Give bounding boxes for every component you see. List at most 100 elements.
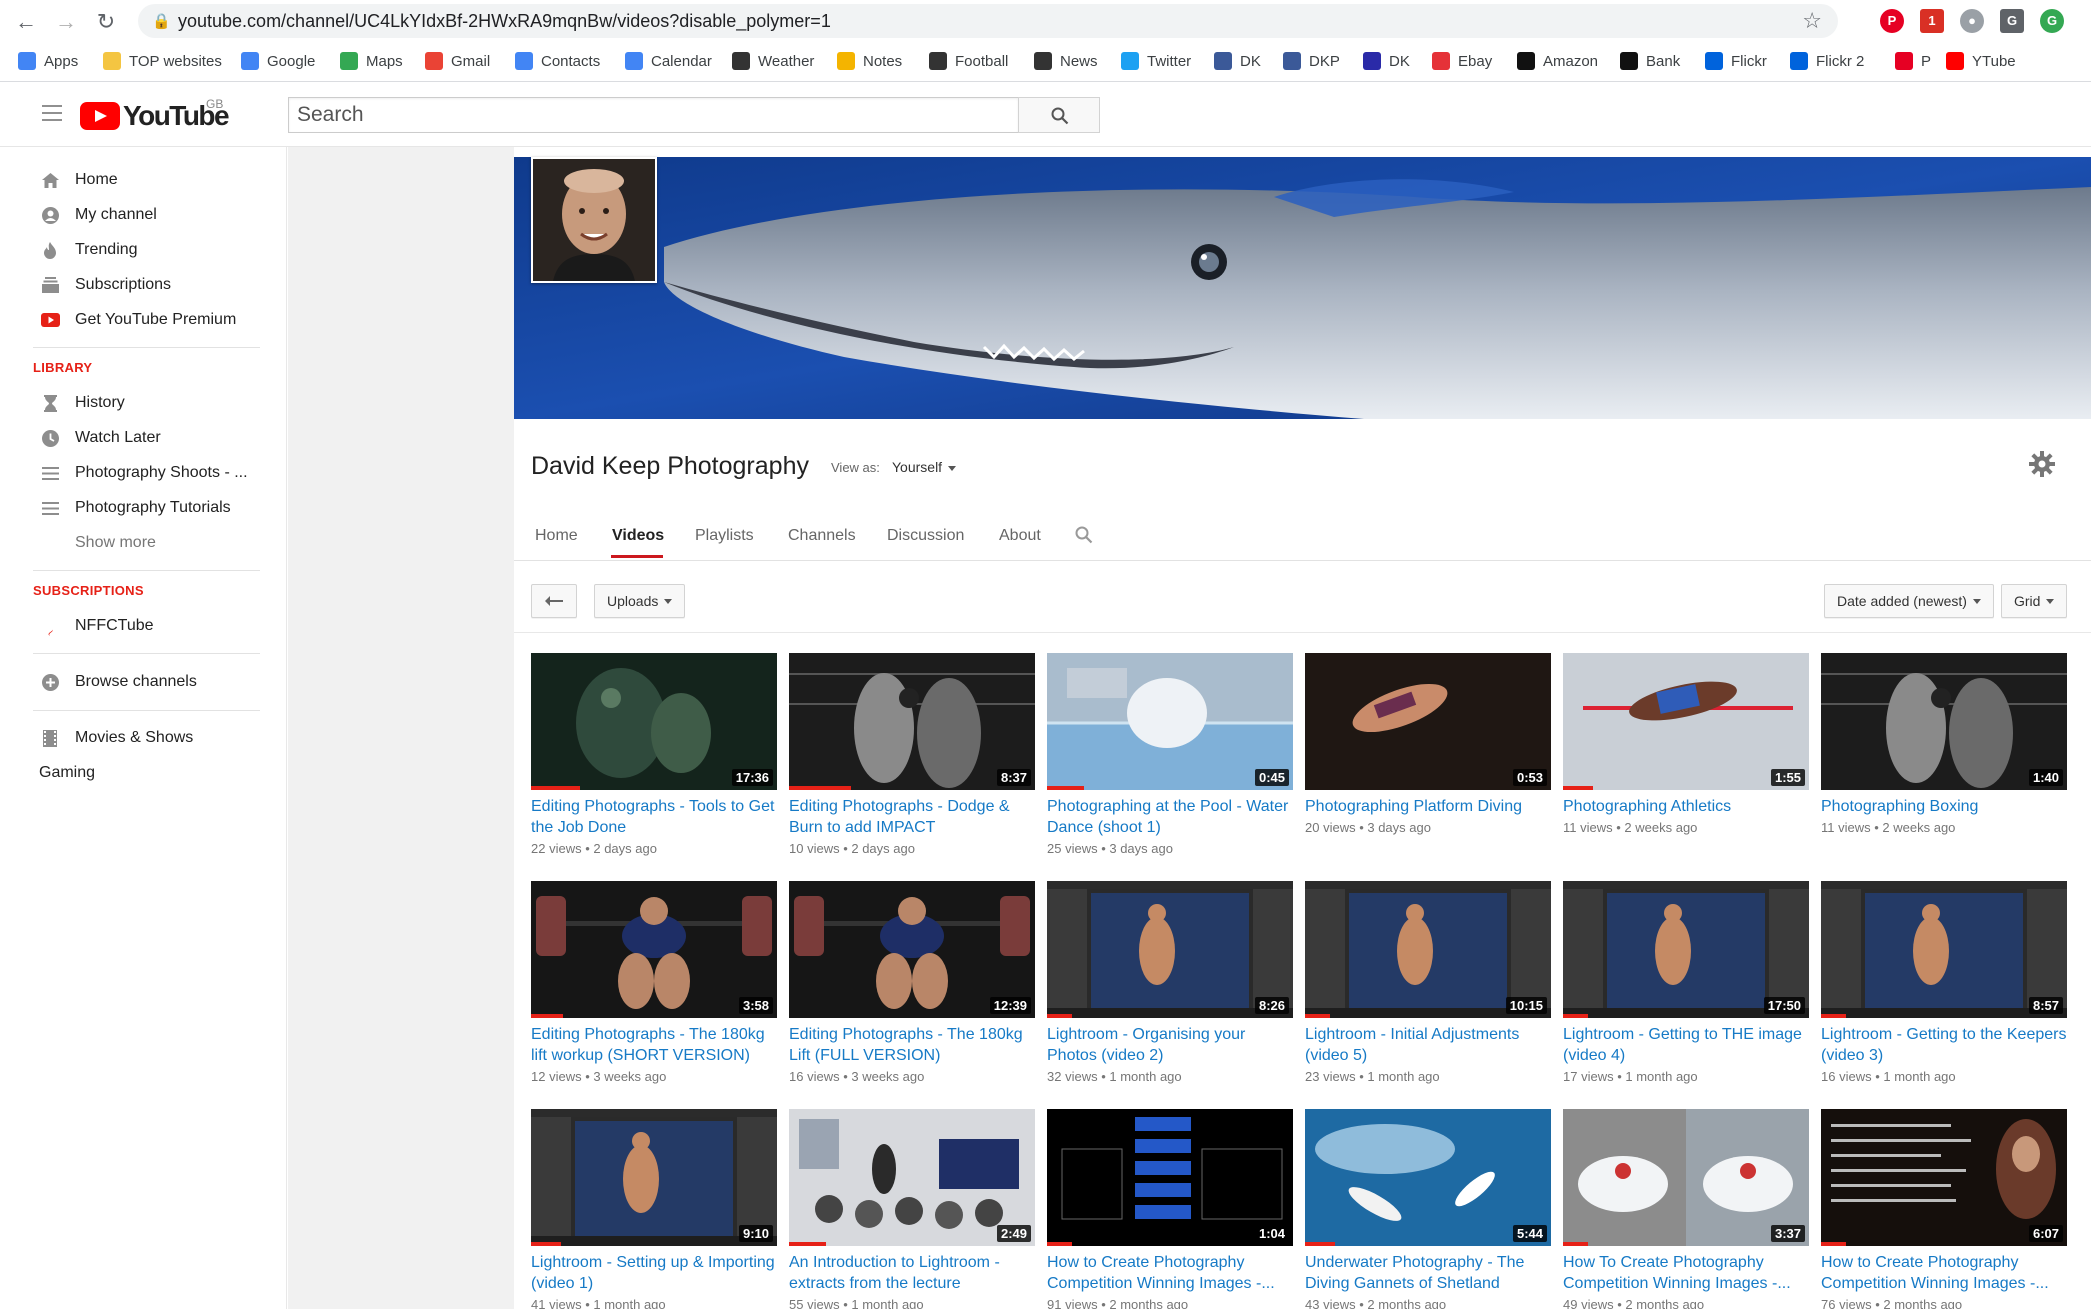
bookmark-item[interactable]: Ebay xyxy=(1432,52,1492,70)
bookmark-item[interactable]: Contacts xyxy=(515,52,600,70)
video-card[interactable]: 0:45 Photographing at the Pool - Water Da… xyxy=(1047,653,1293,856)
bookmark-item[interactable]: Twitter xyxy=(1121,52,1191,70)
channel-avatar[interactable] xyxy=(531,157,657,283)
video-title[interactable]: Lightroom - Getting to the Keepers (vide… xyxy=(1821,1024,2067,1066)
guide-item-playlist-shoots[interactable]: Photography Shoots - ... xyxy=(40,460,248,486)
video-thumbnail[interactable]: 10:15 xyxy=(1305,881,1551,1018)
search-input[interactable] xyxy=(289,98,1018,132)
video-thumbnail[interactable]: 6:07 xyxy=(1821,1109,2067,1246)
video-title[interactable]: Editing Photographs - Tools to Get the J… xyxy=(531,796,777,838)
channel-search-icon[interactable] xyxy=(1075,526,1093,549)
guide-item-watch-later[interactable]: Watch Later xyxy=(40,425,161,451)
video-title[interactable]: Editing Photographs - The 180kg Lift (FU… xyxy=(789,1024,1035,1066)
bookmark-item[interactable]: Google xyxy=(241,52,315,70)
video-title[interactable]: Underwater Photography - The Diving Gann… xyxy=(1305,1252,1551,1294)
bookmark-item[interactable]: Amazon xyxy=(1517,52,1598,70)
tab-channels[interactable]: Channels xyxy=(788,527,856,545)
guide-item-trending[interactable]: Trending xyxy=(40,237,138,263)
video-thumbnail[interactable]: 8:57 xyxy=(1821,881,2067,1018)
search-field[interactable] xyxy=(288,97,1018,133)
guide-item-nffctube[interactable]: NFFCTube xyxy=(40,613,154,639)
tab-playlists[interactable]: Playlists xyxy=(695,527,754,545)
video-title[interactable]: How To Create Photography Competition Wi… xyxy=(1563,1252,1809,1294)
bookmark-item[interactable]: Maps xyxy=(340,52,403,70)
video-title[interactable]: Editing Photographs - Dodge & Burn to ad… xyxy=(789,796,1035,838)
guide-item-my-channel[interactable]: My channel xyxy=(40,202,157,228)
video-thumbnail[interactable]: 9:10 xyxy=(531,1109,777,1246)
tab-videos[interactable]: Videos xyxy=(612,527,664,545)
guide-item-gaming[interactable]: Gaming xyxy=(39,760,95,786)
video-thumbnail[interactable]: 0:45 xyxy=(1047,653,1293,790)
view-as-dropdown[interactable]: Yourself xyxy=(892,459,957,475)
channel-title[interactable]: David Keep Photography xyxy=(531,452,809,481)
video-thumbnail[interactable]: 5:44 xyxy=(1305,1109,1551,1246)
back-arrow-icon[interactable]: ← xyxy=(12,8,40,36)
video-card[interactable]: 5:44 Underwater Photography - The Diving … xyxy=(1305,1109,1551,1309)
tab-home[interactable]: Home xyxy=(535,527,578,545)
video-card[interactable]: 17:36 Editing Photographs - Tools to Get … xyxy=(531,653,777,856)
video-card[interactable]: 3:37 How To Create Photography Competitio… xyxy=(1563,1109,1809,1309)
guide-item-playlist-tutorials[interactable]: Photography Tutorials xyxy=(40,495,231,521)
pinterest-extension-icon[interactable]: P xyxy=(1880,9,1904,33)
video-card[interactable]: 1:40 Photographing Boxing 11 views • 2 wee… xyxy=(1821,653,2067,835)
layout-dropdown[interactable]: Grid xyxy=(2001,584,2068,618)
guide-item-subscriptions[interactable]: Subscriptions xyxy=(40,272,171,298)
video-card[interactable]: 8:37 Editing Photographs - Dodge & Burn t… xyxy=(789,653,1035,856)
video-thumbnail[interactable]: 1:55 xyxy=(1563,653,1809,790)
bookmark-item[interactable]: Flickr xyxy=(1705,52,1767,70)
forward-arrow-icon[interactable]: → xyxy=(52,8,80,36)
video-card[interactable]: 8:57 Lightroom - Getting to the Keepers (… xyxy=(1821,881,2067,1084)
guide-item-browse-channels[interactable]: Browse channels xyxy=(40,669,197,695)
video-title[interactable]: An Introduction to Lightroom - extracts … xyxy=(789,1252,1035,1294)
video-card[interactable]: 8:26 Lightroom - Organising your Photos (… xyxy=(1047,881,1293,1084)
bookmark-item[interactable]: TOP websites xyxy=(103,52,222,70)
video-title[interactable]: How to Create Photography Competition Wi… xyxy=(1047,1252,1293,1294)
bookmark-item[interactable]: Calendar xyxy=(625,52,712,70)
video-title[interactable]: Lightroom - Initial Adjustments (video 5… xyxy=(1305,1024,1551,1066)
bookmark-item[interactable]: Weather xyxy=(732,52,814,70)
guide-item-history[interactable]: History xyxy=(40,390,125,416)
back-button[interactable] xyxy=(531,584,577,618)
video-thumbnail[interactable]: 17:36 xyxy=(531,653,777,790)
video-thumbnail[interactable]: 1:04 xyxy=(1047,1109,1293,1246)
video-card[interactable]: 2:49 An Introduction to Lightroom - extra… xyxy=(789,1109,1035,1309)
show-more-link[interactable]: Show more xyxy=(75,530,156,556)
google-extension-icon[interactable]: G xyxy=(2000,9,2024,33)
bookmark-item[interactable]: Notes xyxy=(837,52,902,70)
guide-menu-icon[interactable] xyxy=(42,105,62,121)
video-thumbnail[interactable]: 8:37 xyxy=(789,653,1035,790)
video-card[interactable]: 1:04 How to Create Photography Competitio… xyxy=(1047,1109,1293,1309)
video-card[interactable]: 9:10 Lightroom - Setting up & Importing (… xyxy=(531,1109,777,1309)
video-title[interactable]: How to Create Photography Competition Wi… xyxy=(1821,1252,2067,1294)
video-title[interactable]: Lightroom - Setting up & Importing (vide… xyxy=(531,1252,777,1294)
video-title[interactable]: Photographing Athletics xyxy=(1563,796,1809,817)
subscriptions-heading[interactable]: SUBSCRIPTIONS xyxy=(33,583,144,598)
video-title[interactable]: Photographing at the Pool - Water Dance … xyxy=(1047,796,1293,838)
gear-icon[interactable] xyxy=(2029,451,2055,482)
url-text[interactable]: youtube.com/channel/UC4LkYIdxBf-2HWxRA9m… xyxy=(178,11,831,32)
tab-about[interactable]: About xyxy=(999,527,1041,545)
uploads-dropdown[interactable]: Uploads xyxy=(594,584,686,618)
video-title[interactable]: Photographing Boxing xyxy=(1821,796,2067,817)
video-thumbnail[interactable]: 3:37 xyxy=(1563,1109,1809,1246)
video-card[interactable]: 0:53 Photographing Platform Diving 20 view… xyxy=(1305,653,1551,835)
video-card[interactable]: 6:07 How to Create Photography Competitio… xyxy=(1821,1109,2067,1309)
tab-discussion[interactable]: Discussion xyxy=(887,527,964,545)
video-thumbnail[interactable]: 17:50 xyxy=(1563,881,1809,1018)
bookmark-item[interactable]: Gmail xyxy=(425,52,490,70)
bookmark-item[interactable]: DK xyxy=(1363,52,1410,70)
bookmark-item[interactable]: Football xyxy=(929,52,1008,70)
grammarly-extension-icon[interactable]: G xyxy=(2040,9,2064,33)
video-thumbnail[interactable]: 8:26 xyxy=(1047,881,1293,1018)
bookmark-item[interactable]: News xyxy=(1034,52,1098,70)
bookmark-item[interactable]: Flickr 2 xyxy=(1790,52,1864,70)
bookmark-star-icon[interactable]: ☆ xyxy=(1802,8,1822,34)
video-thumbnail[interactable]: 2:49 xyxy=(789,1109,1035,1246)
video-thumbnail[interactable]: 3:58 xyxy=(531,881,777,1018)
video-thumbnail[interactable]: 12:39 xyxy=(789,881,1035,1018)
video-title[interactable]: Photographing Platform Diving xyxy=(1305,796,1551,817)
video-title[interactable]: Lightroom - Organising your Photos (vide… xyxy=(1047,1024,1293,1066)
bookmark-item[interactable]: DKP xyxy=(1283,52,1340,70)
guide-item-premium[interactable]: Get YouTube Premium xyxy=(40,307,236,333)
bookmark-item[interactable]: YTube xyxy=(1946,52,2016,70)
